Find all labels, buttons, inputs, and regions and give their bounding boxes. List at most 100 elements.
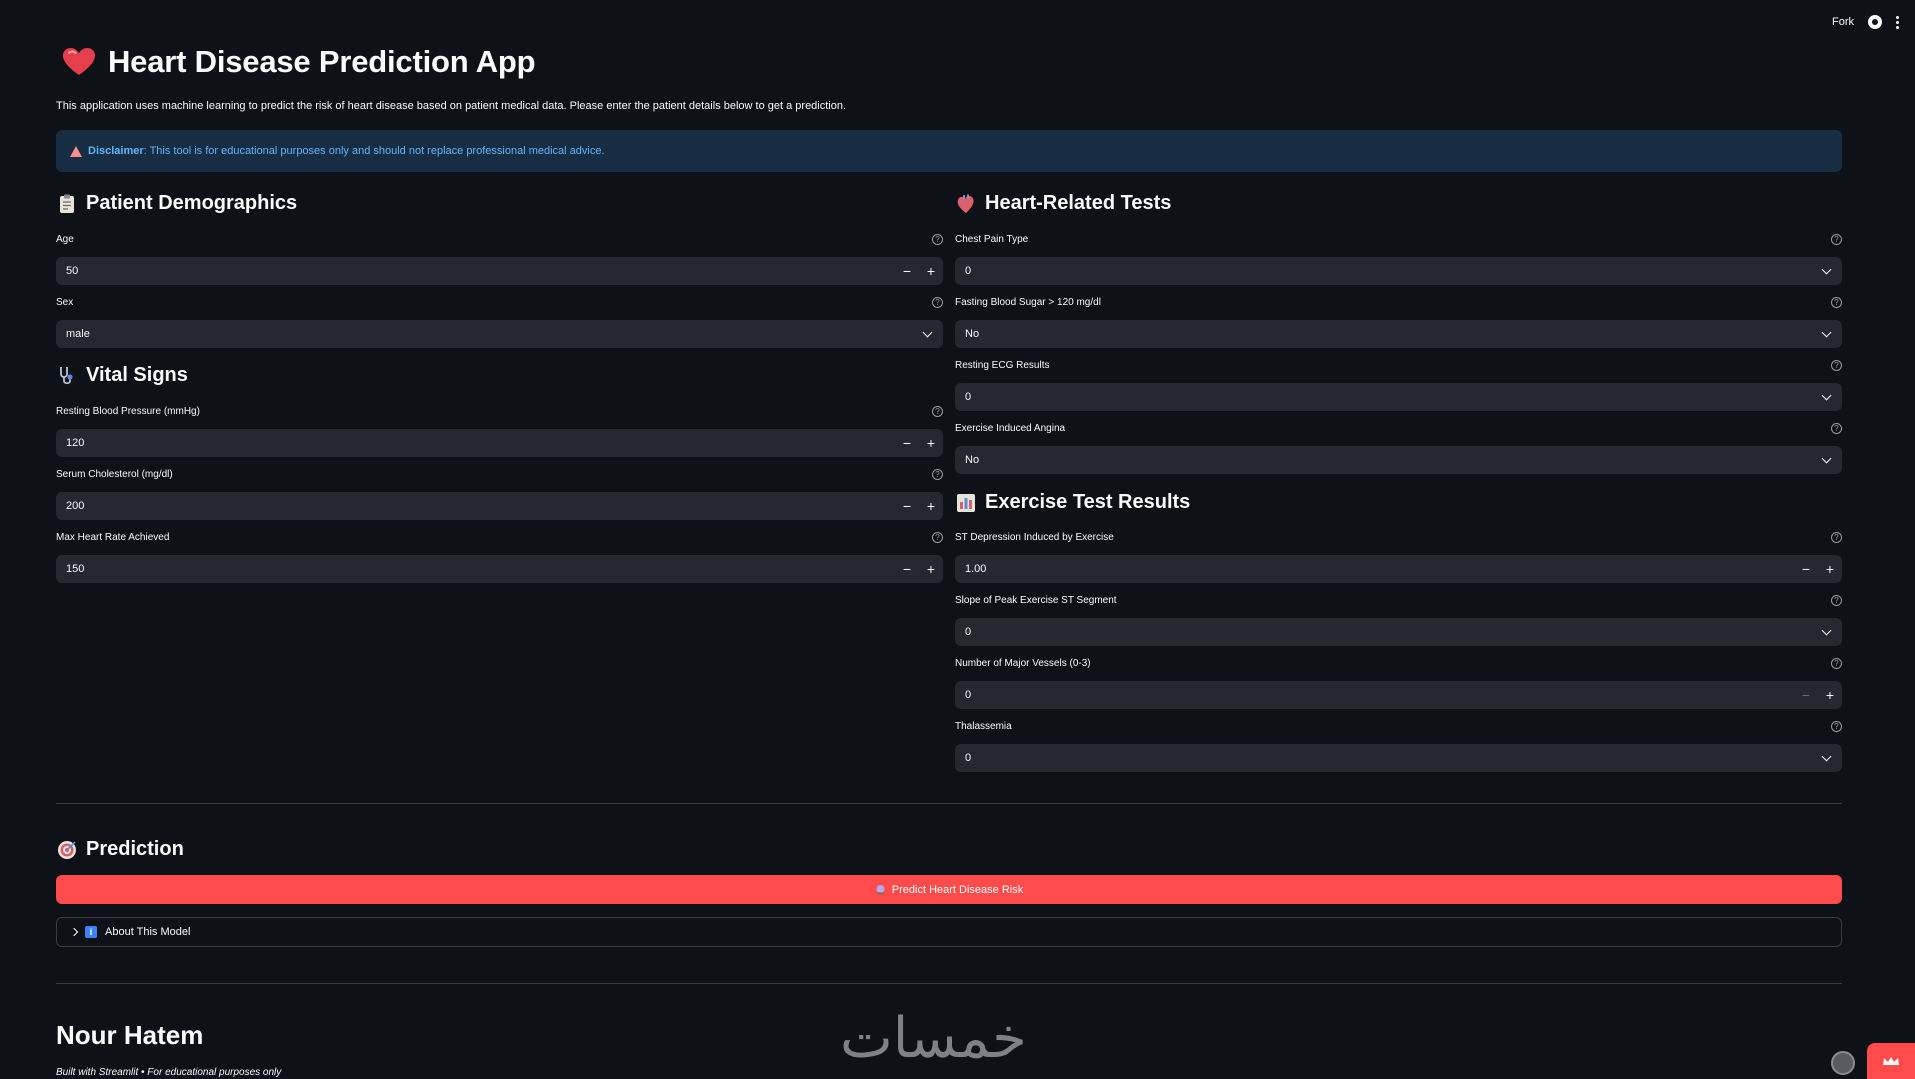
help-icon[interactable]: ? bbox=[1831, 422, 1842, 434]
page-header: Heart Disease Prediction App bbox=[62, 44, 536, 80]
heart-tests-title: Heart-Related Tests bbox=[985, 192, 1172, 214]
increment-button[interactable]: + bbox=[919, 429, 943, 457]
chevron-right-icon bbox=[69, 927, 79, 937]
crown-icon bbox=[1883, 1057, 1899, 1065]
thalassemia-value: 0 bbox=[965, 752, 972, 764]
chevron-down-icon bbox=[1821, 625, 1832, 636]
decrement-button[interactable]: − bbox=[895, 492, 919, 520]
streamlit-badge[interactable] bbox=[1867, 1043, 1915, 1079]
increment-button[interactable]: + bbox=[919, 492, 943, 520]
st-depression-input[interactable]: 1.00 − + bbox=[955, 555, 1842, 583]
predict-button[interactable]: Predict Heart Disease Risk bbox=[56, 875, 1842, 904]
demographics-title: Patient Demographics bbox=[86, 192, 298, 214]
st-depression-stepper: − + bbox=[1794, 555, 1842, 583]
chest-pain-field: Chest Pain Type? 0 bbox=[955, 232, 1842, 285]
heart-rate-input[interactable]: 150 − + bbox=[56, 555, 943, 583]
decrement-button[interactable]: − bbox=[895, 257, 919, 285]
exercise-title: Exercise Test Results bbox=[985, 491, 1191, 513]
heart-rate-field: Max Heart Rate Achieved? 150 − + bbox=[56, 530, 943, 583]
increment-button[interactable]: + bbox=[1818, 681, 1842, 709]
divider bbox=[56, 983, 1842, 984]
blood-sugar-select[interactable]: No bbox=[955, 320, 1842, 348]
anatomical-heart-icon bbox=[957, 194, 974, 213]
decrement-button[interactable]: − bbox=[1794, 681, 1818, 709]
bp-input[interactable]: 120 − + bbox=[56, 429, 943, 457]
prediction-title: Prediction bbox=[86, 838, 184, 860]
help-icon[interactable]: ? bbox=[1831, 594, 1842, 606]
thalassemia-label: Thalassemia bbox=[955, 720, 1012, 732]
bp-label: Resting Blood Pressure (mmHg) bbox=[56, 405, 200, 417]
fork-button[interactable]: Fork bbox=[1832, 16, 1854, 28]
help-icon[interactable]: ? bbox=[932, 233, 943, 245]
vessels-input[interactable]: 0 − + bbox=[955, 681, 1842, 709]
disclaimer-bold: Disclaimer bbox=[88, 145, 144, 157]
page-title: Heart Disease Prediction App bbox=[108, 44, 536, 79]
decrement-button[interactable]: − bbox=[895, 555, 919, 583]
age-input[interactable]: 50 − + bbox=[56, 257, 943, 285]
cholesterol-label: Serum Cholesterol (mg/dl) bbox=[56, 468, 173, 480]
exercise-header: Exercise Test Results bbox=[955, 491, 1190, 514]
github-icon[interactable] bbox=[1868, 15, 1882, 29]
cholesterol-input[interactable]: 200 − + bbox=[56, 492, 943, 520]
help-icon[interactable]: ? bbox=[1831, 359, 1842, 371]
more-menu-icon[interactable] bbox=[1896, 15, 1899, 29]
help-icon[interactable]: ? bbox=[932, 296, 943, 308]
help-icon[interactable]: ? bbox=[1831, 720, 1842, 732]
increment-button[interactable]: + bbox=[919, 555, 943, 583]
divider bbox=[56, 803, 1842, 804]
about-model-expander[interactable]: i About This Model bbox=[56, 917, 1842, 947]
angina-field: Exercise Induced Angina? No bbox=[955, 421, 1842, 474]
slope-value: 0 bbox=[965, 626, 972, 638]
target-icon bbox=[58, 840, 76, 859]
sex-field: Sex? male bbox=[56, 295, 943, 348]
chest-pain-select[interactable]: 0 bbox=[955, 257, 1842, 285]
age-field: Age? 50 − + bbox=[56, 232, 943, 285]
angina-value: No bbox=[965, 454, 980, 466]
vessels-field: Number of Major Vessels (0-3)? 0 − + bbox=[955, 656, 1842, 709]
author-name: Nour Hatem bbox=[56, 1020, 204, 1050]
decrement-button[interactable]: − bbox=[1794, 555, 1818, 583]
clipboard-icon bbox=[60, 194, 74, 213]
prediction-header: Prediction bbox=[56, 838, 184, 861]
chevron-down-icon bbox=[1821, 327, 1832, 338]
st-depression-label: ST Depression Induced by Exercise bbox=[955, 531, 1114, 543]
ecg-value: 0 bbox=[965, 391, 972, 403]
help-icon[interactable]: ? bbox=[1831, 233, 1842, 245]
chevron-down-icon bbox=[922, 327, 933, 338]
chevron-down-icon bbox=[1821, 390, 1832, 401]
footer-caption: Built with Streamlit • For educational p… bbox=[56, 1067, 282, 1078]
ecg-field: Resting ECG Results? 0 bbox=[955, 358, 1842, 411]
heart-rate-stepper: − + bbox=[895, 555, 943, 583]
disclaimer-text: Disclaimer: This tool is for educational… bbox=[88, 145, 605, 157]
watermark-logo: خمسات bbox=[840, 1006, 1027, 1071]
help-icon[interactable]: ? bbox=[932, 468, 943, 480]
stethoscope-icon bbox=[60, 366, 73, 384]
chevron-down-icon bbox=[1821, 453, 1832, 464]
increment-button[interactable]: + bbox=[1818, 555, 1842, 583]
decrement-button[interactable]: − bbox=[895, 429, 919, 457]
vitals-header: Vital Signs bbox=[56, 364, 188, 387]
heart-icon bbox=[63, 48, 95, 75]
help-icon[interactable]: ? bbox=[932, 405, 943, 417]
angina-select[interactable]: No bbox=[955, 446, 1842, 474]
increment-button[interactable]: + bbox=[919, 257, 943, 285]
chest-pain-label: Chest Pain Type bbox=[955, 233, 1029, 245]
cholesterol-value: 200 bbox=[66, 500, 85, 512]
help-icon[interactable]: ? bbox=[1831, 531, 1842, 543]
thalassemia-select[interactable]: 0 bbox=[955, 744, 1842, 772]
help-icon[interactable]: ? bbox=[1831, 296, 1842, 308]
help-icon[interactable]: ? bbox=[932, 531, 943, 543]
ecg-select[interactable]: 0 bbox=[955, 383, 1842, 411]
help-icon[interactable]: ? bbox=[1831, 657, 1842, 669]
vessels-value: 0 bbox=[965, 689, 972, 701]
bp-stepper: − + bbox=[895, 429, 943, 457]
disclaimer-body: : This tool is for educational purposes … bbox=[143, 145, 605, 157]
sex-select[interactable]: male bbox=[56, 320, 943, 348]
age-value: 50 bbox=[66, 265, 79, 277]
slope-select[interactable]: 0 bbox=[955, 618, 1842, 646]
sex-value: male bbox=[66, 328, 90, 340]
blood-sugar-label: Fasting Blood Sugar > 120 mg/dl bbox=[955, 296, 1101, 308]
crystal-ball-icon bbox=[876, 885, 885, 895]
avatar[interactable] bbox=[1831, 1051, 1855, 1075]
blood-sugar-field: Fasting Blood Sugar > 120 mg/dl? No bbox=[955, 295, 1842, 348]
